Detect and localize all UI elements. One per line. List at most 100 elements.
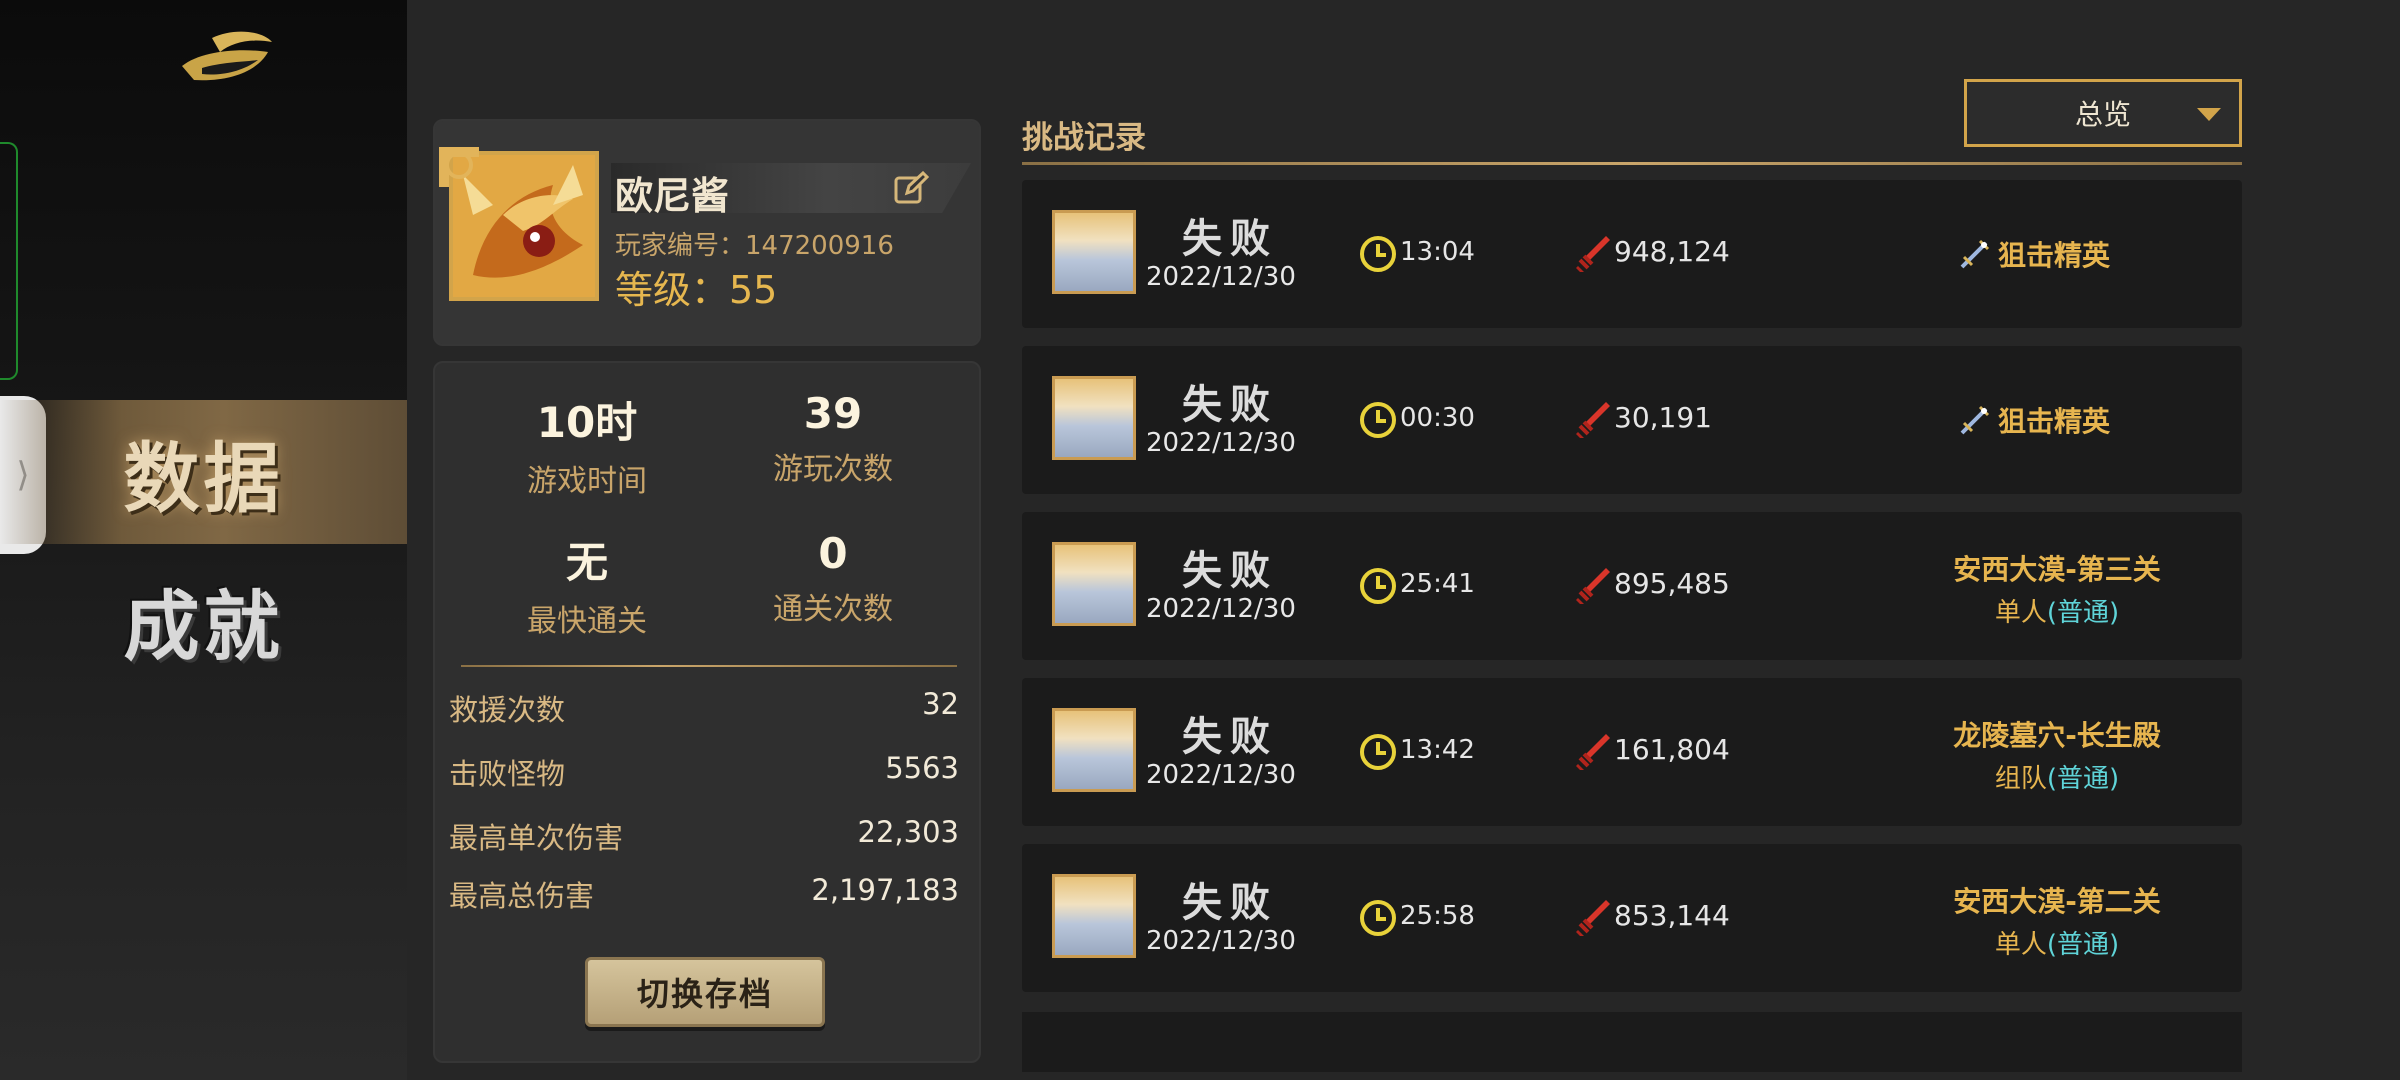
- stat-clear-count: 0 通关次数: [713, 529, 953, 628]
- record-date: 2022/12/30: [1146, 760, 1296, 790]
- stats-card: 10时 游戏时间 39 游玩次数 无 最快通关 0 通关次数 救援次数 32 击…: [433, 361, 981, 1063]
- record-date: 2022/12/30: [1146, 428, 1296, 458]
- record-result: 失败: [1182, 216, 1278, 262]
- damage-sword-icon: [1576, 900, 1610, 936]
- stat-row-label: 击败怪物: [449, 757, 566, 791]
- game-logo-icon: [182, 31, 272, 81]
- damage-sword-icon: [1576, 734, 1610, 770]
- record-row[interactable]: 失败 2022/12/30 13:04 948,124 狙击精英: [1022, 180, 2242, 328]
- record-result: 失败: [1182, 548, 1278, 594]
- stat-row-rescues: 救援次数 32: [449, 687, 959, 729]
- record-play-mode: 单人: [1994, 598, 2047, 628]
- record-stage-name: 安西大漠-第三关: [1953, 553, 2161, 586]
- records-filter-dropdown[interactable]: 总览: [1964, 79, 2242, 147]
- record-row[interactable]: 失败 2022/12/30 13:42 161,804 龙陵墓穴-长生殿 组队(…: [1022, 678, 2242, 826]
- records-title: 挑战记录: [1022, 120, 1146, 156]
- clock-icon: [1360, 568, 1396, 604]
- edit-icon[interactable]: [893, 171, 929, 207]
- stat-label: 游戏时间: [527, 464, 647, 499]
- stat-row-label: 最高单次伤害: [449, 821, 624, 855]
- stat-row-label: 救援次数: [449, 693, 566, 727]
- record-damage: 853,144: [1614, 899, 1730, 932]
- record-stage: 安西大漠-第三关 单人(普通): [1902, 548, 2212, 629]
- stat-row-value: 22,303: [857, 815, 959, 849]
- records-divider: [1022, 162, 2242, 165]
- record-duration: 25:58: [1400, 901, 1475, 931]
- player-name: 欧尼酱: [615, 174, 730, 218]
- stat-row-max-total-damage: 最高总伤害 2,197,183: [449, 873, 959, 915]
- record-damage: 895,485: [1614, 567, 1730, 600]
- clock-icon: [1360, 734, 1396, 770]
- profile-card: 欧尼酱 玩家编号：147200916 等级：55: [433, 119, 981, 346]
- stat-fastest-clear: 无 最快通关: [467, 529, 707, 640]
- record-damage: 30,191: [1614, 401, 1712, 434]
- record-date: 2022/12/30: [1146, 262, 1296, 292]
- clock-icon: [1360, 236, 1396, 272]
- damage-sword-icon: [1576, 568, 1610, 604]
- record-stage: 安西大漠-第二关 单人(普通): [1902, 880, 2212, 961]
- stat-label: 通关次数: [773, 592, 893, 627]
- record-difficulty: (普通): [2046, 930, 2120, 960]
- stat-row-max-single-damage: 最高单次伤害 22,303: [449, 815, 959, 857]
- chevron-down-icon: [2197, 108, 2221, 121]
- record-result: 失败: [1182, 880, 1278, 926]
- stat-play-time: 10时 游戏时间: [467, 389, 707, 500]
- record-mode-elite: 狙击精英: [1958, 400, 2110, 440]
- sniper-elite-icon: [1960, 405, 1990, 435]
- damage-sword-icon: [1576, 402, 1610, 438]
- record-stage-mode: 组队(普通): [1902, 758, 2212, 795]
- record-duration: 13:42: [1400, 735, 1475, 765]
- record-avatar: [1052, 376, 1136, 460]
- record-mode-elite: 狙击精英: [1958, 234, 2110, 274]
- record-avatar: [1052, 708, 1136, 792]
- stat-value: 无: [565, 538, 608, 587]
- record-stage: 龙陵墓穴-长生殿 组队(普通): [1902, 714, 2212, 795]
- switch-save-button[interactable]: 切换存档: [585, 957, 825, 1027]
- avatar-frame-ornament-icon: [439, 147, 479, 187]
- dropdown-selected-label: 总览: [2074, 98, 2131, 131]
- stat-row-value: 32: [922, 687, 959, 721]
- stat-value: 10时: [536, 398, 638, 447]
- record-row-partial[interactable]: [1022, 1012, 2242, 1072]
- record-mode-label: 狙击精英: [1998, 405, 2111, 438]
- stat-value: 0: [818, 529, 848, 578]
- record-row[interactable]: 失败 2022/12/30 25:41 895,485 安西大漠-第三关 单人(…: [1022, 512, 2242, 660]
- record-date: 2022/12/30: [1146, 594, 1296, 624]
- record-date: 2022/12/30: [1146, 926, 1296, 956]
- clock-icon: [1360, 900, 1396, 936]
- record-avatar: [1052, 210, 1136, 294]
- clock-icon: [1360, 402, 1396, 438]
- stat-row-value: 5563: [885, 751, 959, 785]
- sidebar: ⟩ 数据 成就: [0, 0, 407, 1080]
- record-stage-mode: 单人(普通): [1902, 592, 2212, 629]
- player-level: 等级：55: [615, 268, 778, 312]
- record-damage: 948,124: [1614, 235, 1730, 268]
- record-avatar: [1052, 542, 1136, 626]
- stats-divider: [461, 665, 957, 667]
- stat-row-value: 2,197,183: [811, 873, 959, 907]
- record-play-mode: 单人: [1994, 930, 2047, 960]
- record-duration: 13:04: [1400, 237, 1475, 267]
- record-avatar: [1052, 874, 1136, 958]
- stat-value: 39: [803, 389, 863, 438]
- nav-item-data[interactable]: 数据: [0, 400, 407, 544]
- record-damage: 161,804: [1614, 733, 1730, 766]
- side-indicator: [0, 142, 18, 380]
- record-result: 失败: [1182, 382, 1278, 428]
- player-id: 玩家编号：147200916: [615, 231, 894, 261]
- sniper-elite-icon: [1960, 239, 1990, 269]
- record-row[interactable]: 失败 2022/12/30 00:30 30,191 狙击精英: [1022, 346, 2242, 494]
- stat-play-count: 39 游玩次数: [713, 389, 953, 488]
- damage-sword-icon: [1576, 236, 1610, 272]
- nav-item-achievements[interactable]: 成就: [0, 548, 407, 692]
- record-play-mode: 组队: [1994, 764, 2047, 794]
- record-difficulty: (普通): [2046, 598, 2120, 628]
- record-mode-label: 狙击精英: [1998, 239, 2111, 272]
- record-row[interactable]: 失败 2022/12/30 25:58 853,144 安西大漠-第二关 单人(…: [1022, 844, 2242, 992]
- record-result: 失败: [1182, 714, 1278, 760]
- stat-label: 最快通关: [527, 604, 647, 639]
- stat-row-label: 最高总伤害: [449, 879, 595, 913]
- record-stage-name: 安西大漠-第二关: [1953, 885, 2161, 918]
- record-difficulty: (普通): [2046, 764, 2120, 794]
- record-stage-mode: 单人(普通): [1902, 924, 2212, 961]
